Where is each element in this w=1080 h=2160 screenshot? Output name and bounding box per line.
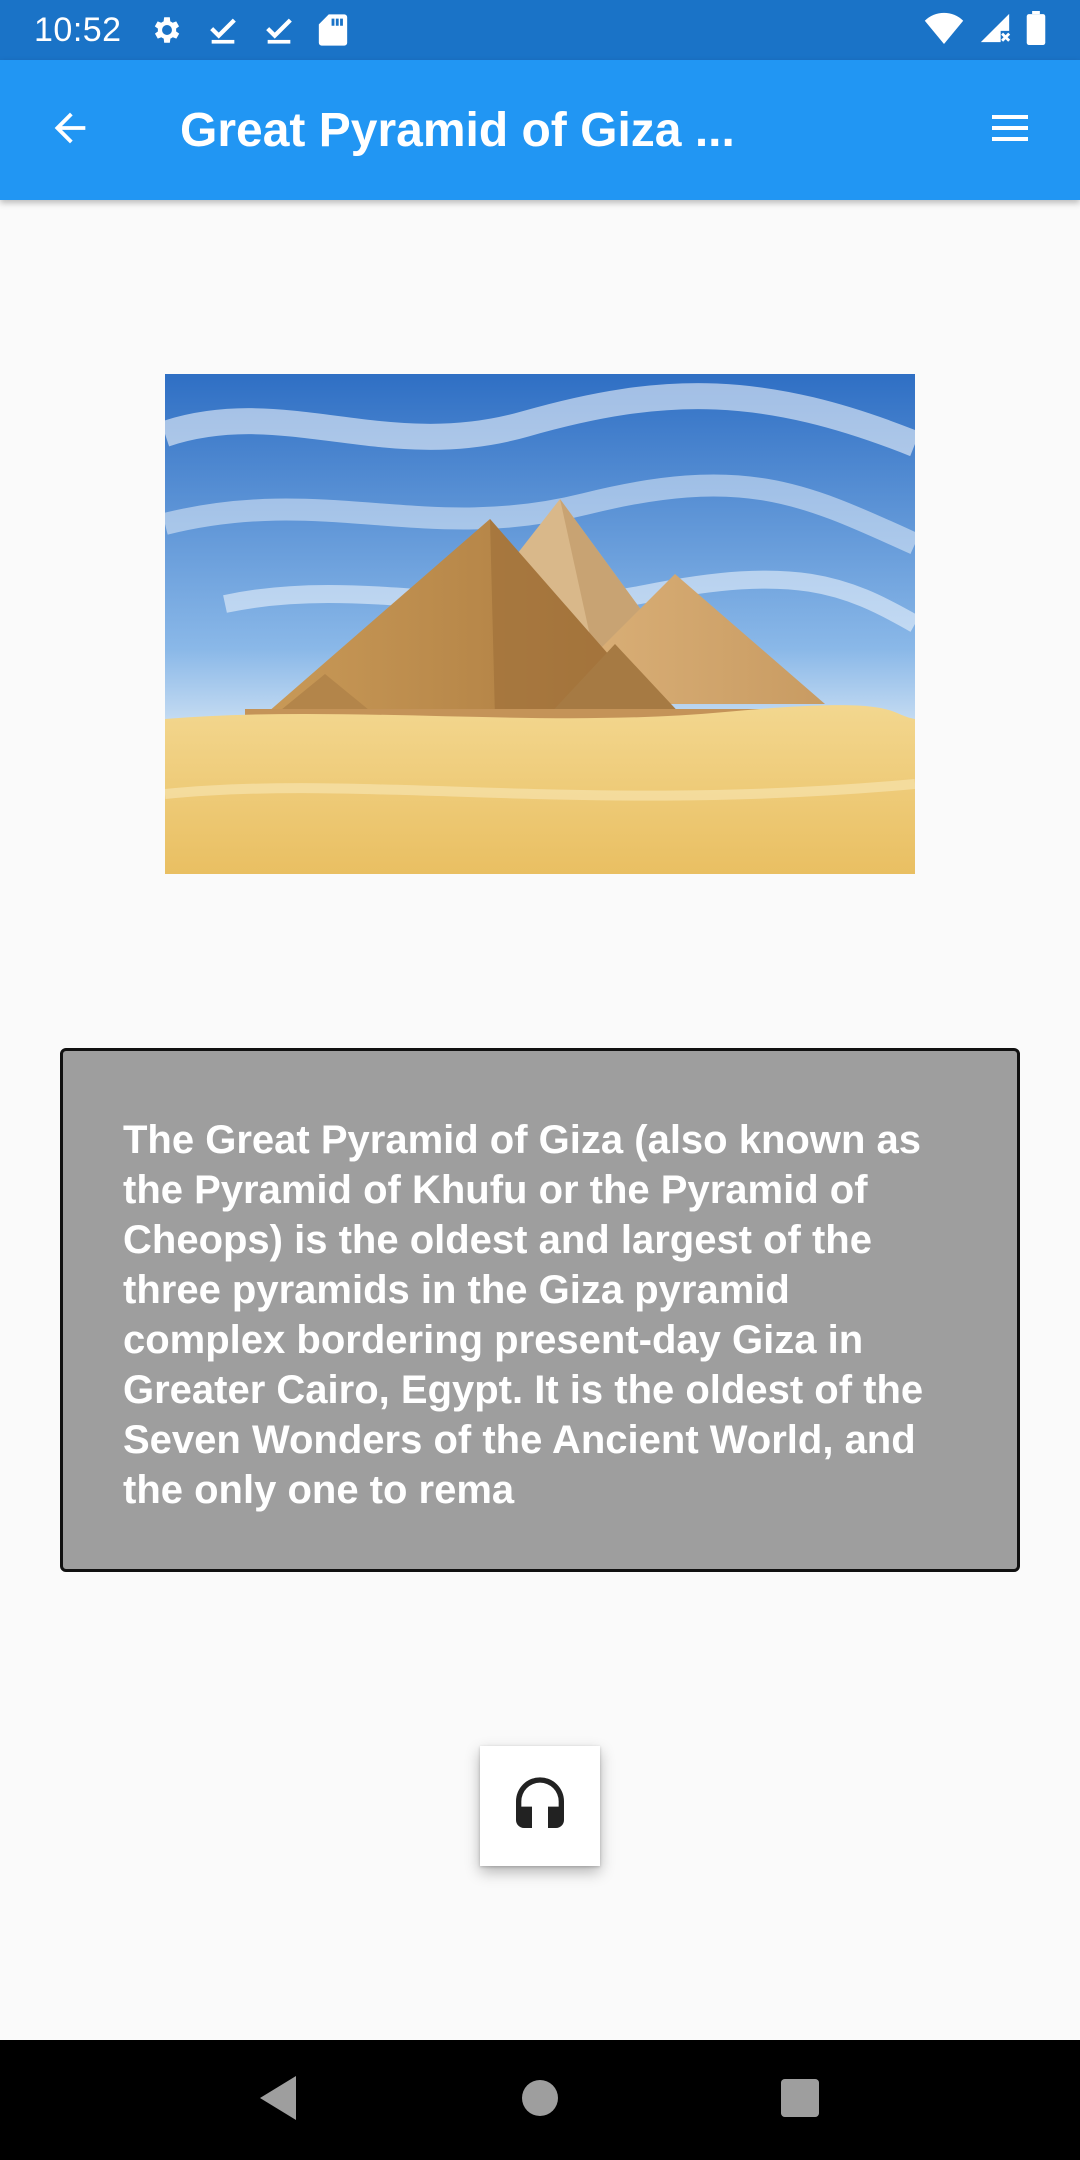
signal-no-data-icon <box>978 11 1012 50</box>
page-title: Great Pyramid of Giza ... <box>180 103 735 157</box>
download-done-icon <box>262 13 296 47</box>
gear-icon <box>150 13 184 47</box>
menu-icon <box>986 104 1034 157</box>
status-time: 10:52 <box>34 10 122 49</box>
menu-button[interactable] <box>940 60 1080 200</box>
hero-image-pyramids <box>165 374 915 874</box>
nav-recents-button[interactable] <box>760 2060 840 2140</box>
headphones-icon <box>508 1772 572 1841</box>
system-navigation-bar <box>0 2040 1080 2160</box>
nav-recents-icon <box>781 2078 819 2122</box>
download-done-icon <box>206 13 240 47</box>
back-button[interactable] <box>0 60 140 200</box>
status-notification-icons <box>150 13 348 47</box>
wifi-icon <box>924 12 964 49</box>
sd-card-icon <box>318 13 348 47</box>
status-bar: 10:52 <box>0 0 1080 60</box>
nav-back-icon <box>260 2075 300 2125</box>
app-bar: Great Pyramid of Giza ... <box>0 60 1080 200</box>
nav-home-button[interactable] <box>500 2060 580 2140</box>
description-card: The Great Pyramid of Giza (also known as… <box>60 1048 1020 1572</box>
arrow-back-icon <box>47 105 93 156</box>
play-audio-button[interactable] <box>480 1746 600 1866</box>
status-system-icons <box>924 10 1046 50</box>
nav-home-icon <box>522 2079 558 2121</box>
description-text: The Great Pyramid of Giza (also known as… <box>123 1118 924 1512</box>
battery-icon <box>1026 10 1046 50</box>
nav-back-button[interactable] <box>240 2060 320 2140</box>
